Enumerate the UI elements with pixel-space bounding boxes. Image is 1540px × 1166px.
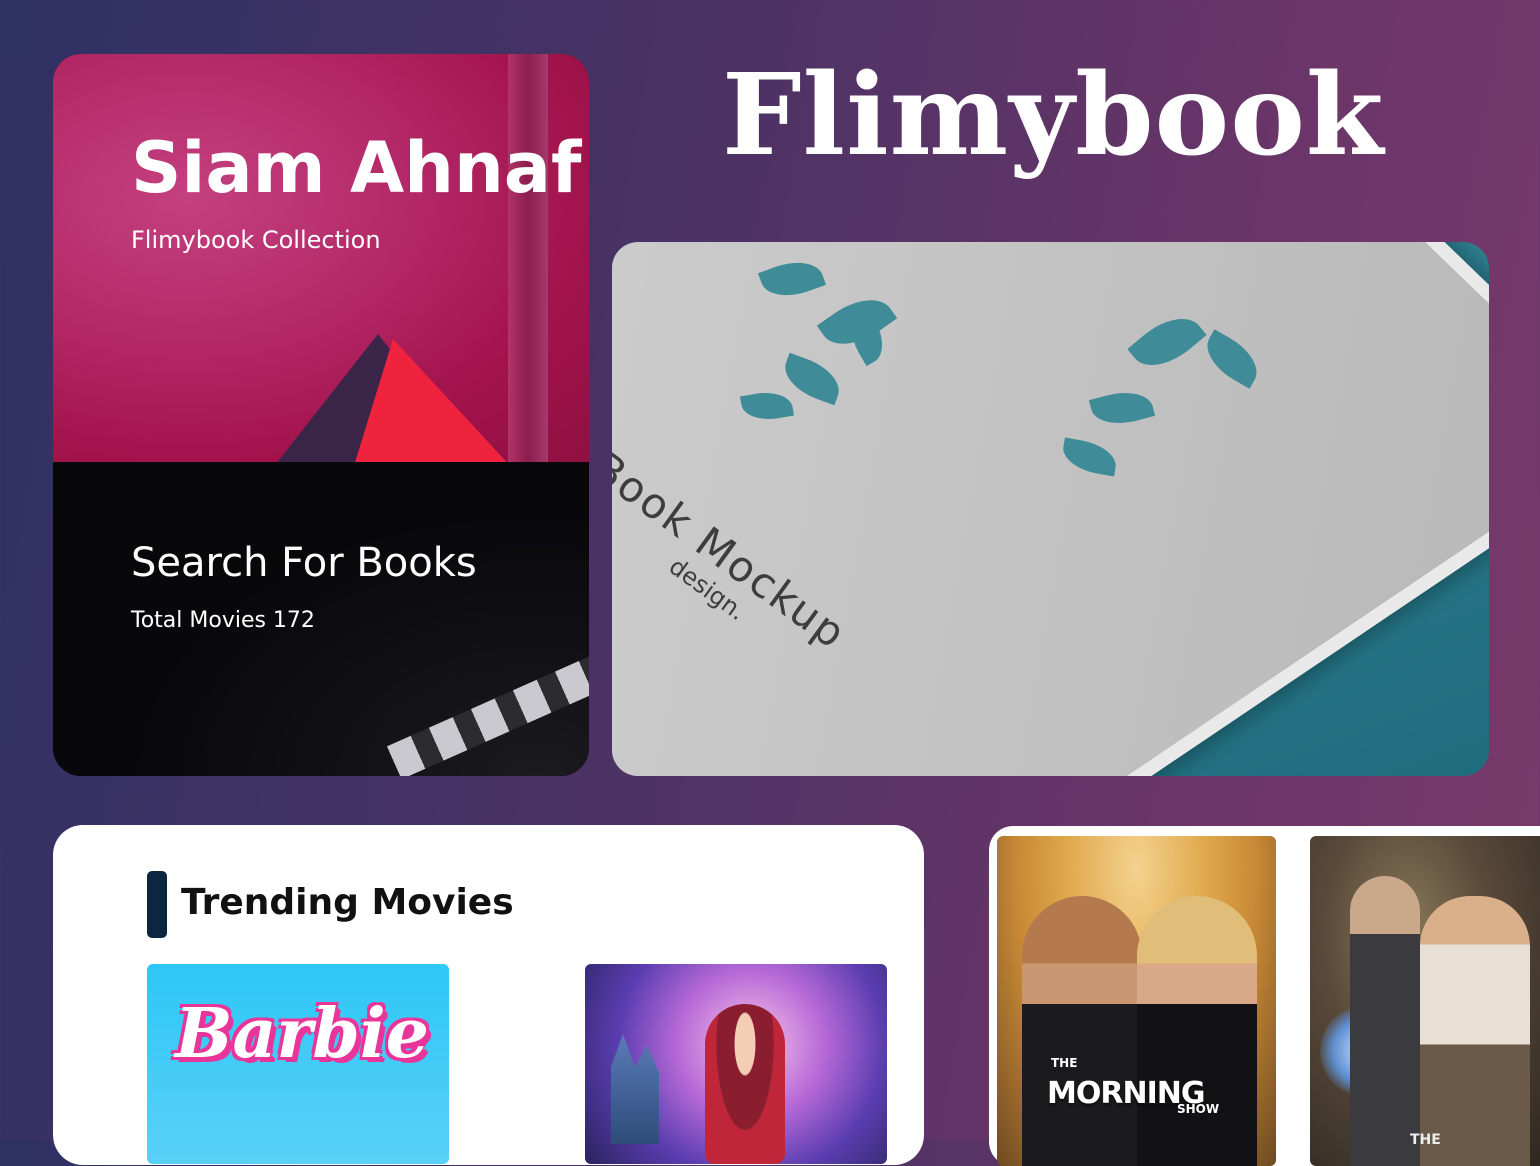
poster-logo-prefix: THE: [1051, 1056, 1078, 1070]
profile-banner: Siam Ahnaf Flimybook Collection: [53, 54, 589, 462]
trending-movies-panel: Trending Movies Barbie: [53, 825, 924, 1165]
movie-poster-morning-show[interactable]: THE MORNING SHOW: [997, 836, 1276, 1166]
poster-person: [1137, 896, 1257, 1166]
profile-card[interactable]: Siam Ahnaf Flimybook Collection Search F…: [53, 54, 589, 776]
banner-decoration-handle: [508, 54, 548, 462]
total-movies-count: Total Movies 172: [131, 608, 315, 633]
film-strip-decoration: [386, 640, 589, 776]
profile-subtitle: Flimybook Collection: [131, 226, 381, 254]
posters-panel: THE MORNING SHOW THE: [989, 826, 1540, 1166]
brand-title: Flimybook: [722, 50, 1385, 181]
barbie-logo: Barbie: [175, 994, 430, 1074]
movie-card-fantasy[interactable]: [585, 964, 887, 1164]
character-illustration: [705, 1004, 785, 1164]
castle-illustration: [611, 1034, 659, 1144]
poster-logo: THE: [1410, 1132, 1441, 1148]
profile-name: Siam Ahnaf: [131, 127, 582, 209]
movie-poster-fantasy[interactable]: THE: [1310, 836, 1540, 1166]
book-cover: [612, 242, 1489, 776]
poster-person: [1022, 896, 1142, 1166]
search-section[interactable]: Search For Books Total Movies 172: [53, 462, 589, 776]
movie-card-barbie[interactable]: Barbie: [147, 964, 449, 1164]
poster-person: [1350, 876, 1420, 1166]
search-for-books-link[interactable]: Search For Books: [131, 540, 477, 586]
poster-logo-suffix: SHOW: [1177, 1102, 1220, 1116]
banner-decoration-red-shape: [353, 339, 513, 462]
section-accent-bar: [147, 871, 167, 938]
trending-movies-heading: Trending Movies: [181, 882, 514, 923]
poster-person: [1420, 896, 1530, 1166]
book-mockup-banner: Book Mockup design.: [612, 242, 1489, 776]
